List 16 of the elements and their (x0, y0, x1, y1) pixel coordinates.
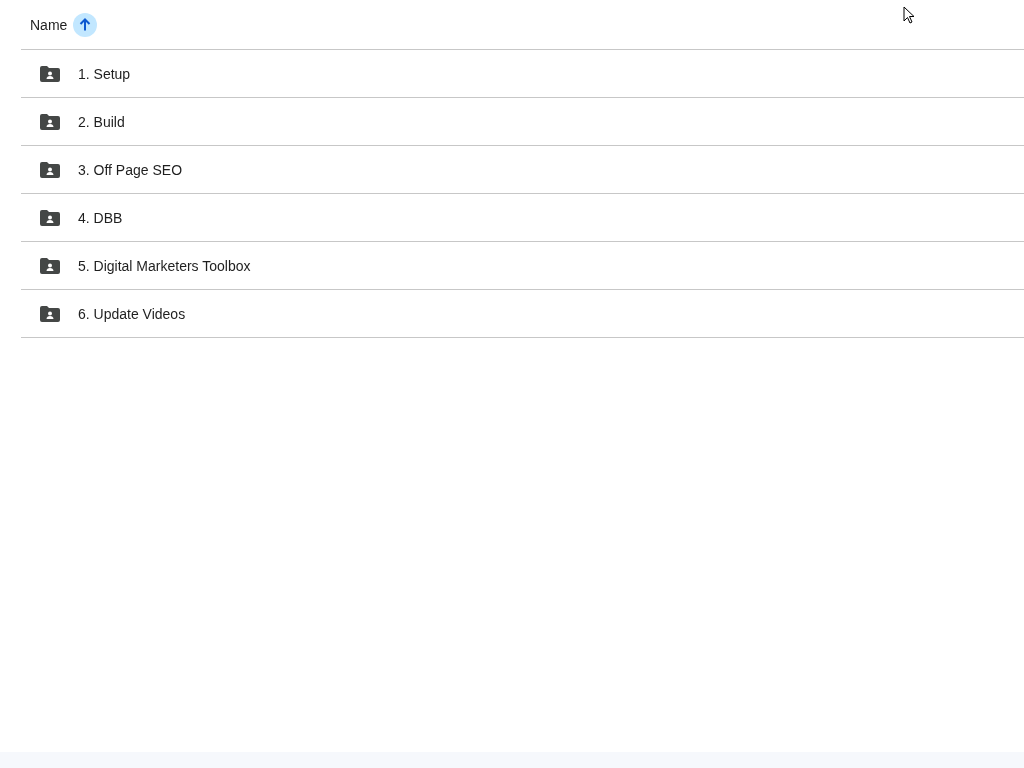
folder-name[interactable]: 6. Update Videos (78, 305, 186, 322)
shared-folder-icon (40, 161, 60, 178)
shared-folder-icon (40, 257, 60, 274)
column-header[interactable]: Name (30, 16, 68, 33)
folder-name[interactable]: 4. DBB (78, 209, 123, 226)
shared-folder-icon (40, 113, 60, 130)
cursor-icon (903, 6, 915, 24)
folder-name[interactable]: 2. Build (78, 113, 125, 130)
shared-folder-icon (40, 209, 60, 226)
folder-name[interactable]: 1. Setup (78, 65, 131, 82)
arrow-up-icon (78, 17, 93, 32)
folder-name[interactable]: 5. Digital Marketers Toolbox (78, 257, 251, 274)
shared-folder-icon (40, 305, 60, 322)
shared-folder-icon (40, 65, 60, 82)
folder-name[interactable]: 3. Off Page SEO (78, 161, 183, 178)
sort-button[interactable] (73, 12, 98, 37)
